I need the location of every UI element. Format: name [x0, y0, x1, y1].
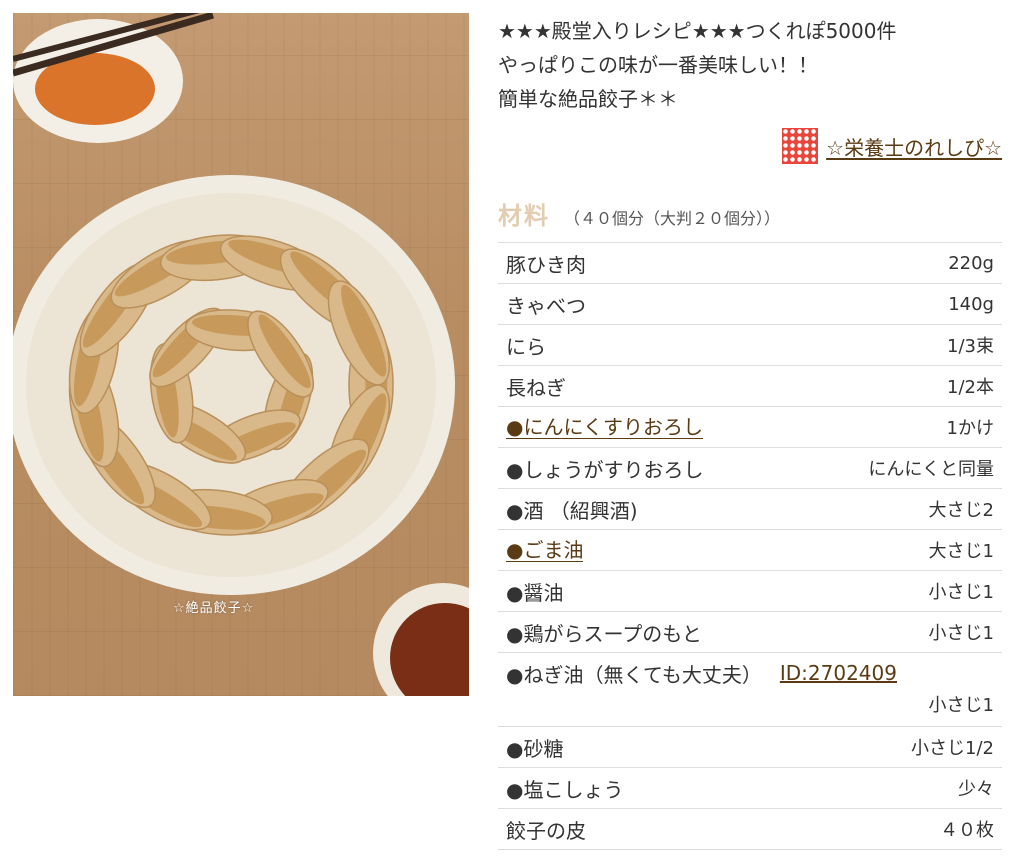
- ingredient-row: ●塩こしょう 少々: [498, 768, 1002, 809]
- ingredients-header: 材料 （４０個分（大判２０個分））: [498, 196, 780, 231]
- ingredients-list: 豚ひき肉 220g きゃべつ 140g にら 1/3束 長ねぎ 1/2本 ●にん…: [498, 242, 1002, 850]
- author-link-block[interactable]: ☆栄養士のれしぴ☆: [782, 128, 1002, 164]
- ingredient-name: ●鶏がらスープのもと: [506, 621, 702, 646]
- ingredient-name: にら: [506, 334, 546, 359]
- description-line: 簡単な絶品餃子＊＊: [498, 87, 678, 111]
- ingredient-name: きゃべつ: [506, 293, 586, 318]
- author-avatar-icon[interactable]: [782, 128, 819, 164]
- ingredient-name: ●塩こしょう: [506, 777, 624, 802]
- ingredient-row: ●砂糖 小さじ1/2: [498, 727, 1002, 768]
- ingredient-row: ●ごま油 大さじ1: [498, 530, 1002, 571]
- ingredient-name: ●酒 （紹興酒): [506, 498, 638, 523]
- ingredient-row: きゃべつ 140g: [498, 284, 1002, 325]
- description-line: やっぱりこの味が一番美味しい！！: [498, 53, 818, 77]
- author-name-link[interactable]: ☆栄養士のれしぴ☆: [826, 132, 1002, 161]
- ingredient-name-link[interactable]: ●にんにくすりおろし: [506, 416, 704, 439]
- ingredient-quantity: 少々: [958, 779, 994, 800]
- description-line: ★★★殿堂入りレシピ★★★つくれぽ5000件: [498, 19, 897, 43]
- ingredient-quantity: 小さじ1: [928, 695, 994, 716]
- ingredient-name: ●砂糖: [506, 736, 564, 761]
- ingredient-row: ●酒 （紹興酒) 大さじ2: [498, 489, 1002, 530]
- ingredient-quantity: 140g: [948, 293, 994, 315]
- ingredient-quantity: 大さじ1: [928, 541, 994, 562]
- ingredient-name-link[interactable]: ●ごま油: [506, 539, 584, 562]
- ingredients-serving: （４０個分（大判２０個分））: [564, 209, 781, 228]
- ingredient-name: 豚ひき肉: [506, 252, 586, 277]
- recipe-id-link[interactable]: ID:2702409: [780, 661, 897, 685]
- ingredient-quantity: 1かけ: [946, 418, 994, 439]
- ingredient-quantity: 大さじ2: [928, 500, 994, 521]
- ingredient-row: にら 1/3束: [498, 325, 1002, 366]
- ingredient-row: ●しょうがすりおろし にんにくと同量: [498, 448, 1002, 489]
- ingredient-row: ●鶏がらスープのもと 小さじ1: [498, 612, 1002, 653]
- recipe-photo[interactable]: ☆絶品餃子☆: [13, 13, 469, 696]
- ingredient-row: ●にんにくすりおろし 1かけ: [498, 407, 1002, 448]
- ingredients-title: 材料: [498, 202, 550, 230]
- ingredient-name: 長ねぎ: [506, 375, 566, 400]
- ingredient-quantity: 1/2本: [947, 377, 994, 398]
- ingredient-row: ●ねぎ油（無くても大丈夫） ID:2702409 小さじ1: [498, 653, 1002, 727]
- ingredient-name: 餃子の皮: [506, 818, 586, 843]
- ingredient-name: ●しょうがすりおろし: [506, 457, 704, 482]
- ingredient-quantity: ４０枚: [940, 820, 994, 841]
- ingredient-row: 餃子の皮 ４０枚: [498, 809, 1002, 850]
- ingredient-row: 長ねぎ 1/2本: [498, 366, 1002, 407]
- photo-caption: ☆絶品餃子☆: [173, 601, 255, 616]
- ingredient-quantity: 小さじ1: [928, 582, 994, 603]
- ingredient-quantity: 1/3束: [947, 336, 994, 357]
- ingredient-name: ●醤油: [506, 580, 564, 605]
- recipe-description: ★★★殿堂入りレシピ★★★つくれぽ5000件 やっぱりこの味が一番美味しい！！ …: [498, 14, 1008, 116]
- ingredient-name: ●ねぎ油（無くても大丈夫）: [506, 662, 762, 687]
- ingredient-row: 豚ひき肉 220g: [498, 243, 1002, 284]
- ingredient-quantity: 小さじ1/2: [911, 738, 994, 759]
- gyoza-plate-image: [13, 13, 469, 696]
- ingredient-quantity: にんにくと同量: [868, 459, 994, 480]
- ingredient-row: ●醤油 小さじ1: [498, 571, 1002, 612]
- ingredient-quantity: 小さじ1: [928, 623, 994, 644]
- ingredient-quantity: 220g: [948, 252, 994, 274]
